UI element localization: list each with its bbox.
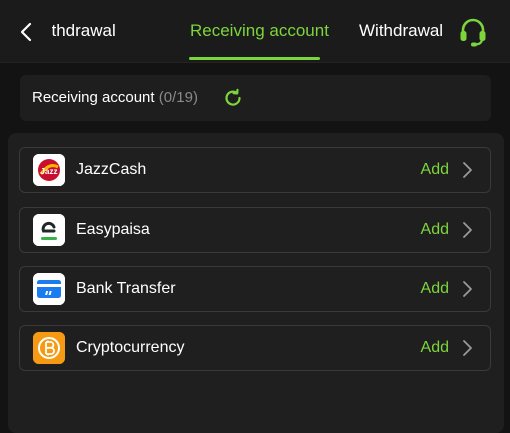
tab-strip: t withdrawal Receiving account Withdrawa…: [52, 0, 446, 62]
add-button[interactable]: Add: [421, 326, 449, 370]
header-divider: [0, 62, 510, 63]
back-chevron-left-icon[interactable]: [14, 20, 38, 44]
chevron-right-icon: [458, 161, 476, 179]
account-name: JazzCash: [76, 161, 147, 178]
jazzcash-logo-text: Jazz: [41, 167, 58, 176]
add-button[interactable]: Add: [421, 267, 449, 311]
active-tab-indicator: [189, 57, 320, 60]
chevron-right-icon: [458, 221, 476, 239]
tab-withdrawal-records[interactable]: Withdrawal l: [359, 0, 446, 62]
account-name: Bank Transfer: [76, 280, 176, 297]
bank-card-icon: [33, 273, 65, 305]
jazzcash-logo-icon: Jazz: [33, 154, 65, 186]
tab-withdrawal[interactable]: t withdrawal: [52, 0, 116, 62]
account-name: Cryptocurrency: [76, 339, 185, 356]
top-bar: t withdrawal Receiving account Withdrawa…: [0, 0, 510, 62]
headset-icon[interactable]: [457, 16, 489, 48]
account-row-bank-transfer[interactable]: Bank Transfer Add: [19, 266, 491, 312]
add-button[interactable]: Add: [421, 148, 449, 192]
easypaisa-logo-icon: [33, 214, 65, 246]
receiving-account-summary: Receiving account (0/19): [20, 75, 491, 121]
account-row-cryptocurrency[interactable]: Cryptocurrency Add: [19, 325, 491, 371]
chevron-right-icon: [458, 280, 476, 298]
tab-receiving-account[interactable]: Receiving account: [190, 0, 329, 62]
summary-count: (0/19): [158, 89, 198, 106]
account-row-jazzcash[interactable]: Jazz JazzCash Add: [19, 147, 491, 193]
chevron-right-icon: [458, 339, 476, 357]
summary-title: Receiving account: [32, 89, 155, 106]
refresh-icon[interactable]: [223, 88, 243, 108]
bitcoin-icon: [33, 332, 65, 364]
account-name: Easypaisa: [76, 221, 150, 238]
account-row-easypaisa[interactable]: Easypaisa Add: [19, 207, 491, 253]
add-button[interactable]: Add: [421, 208, 449, 252]
summary-label: Receiving account (0/19): [32, 75, 198, 121]
